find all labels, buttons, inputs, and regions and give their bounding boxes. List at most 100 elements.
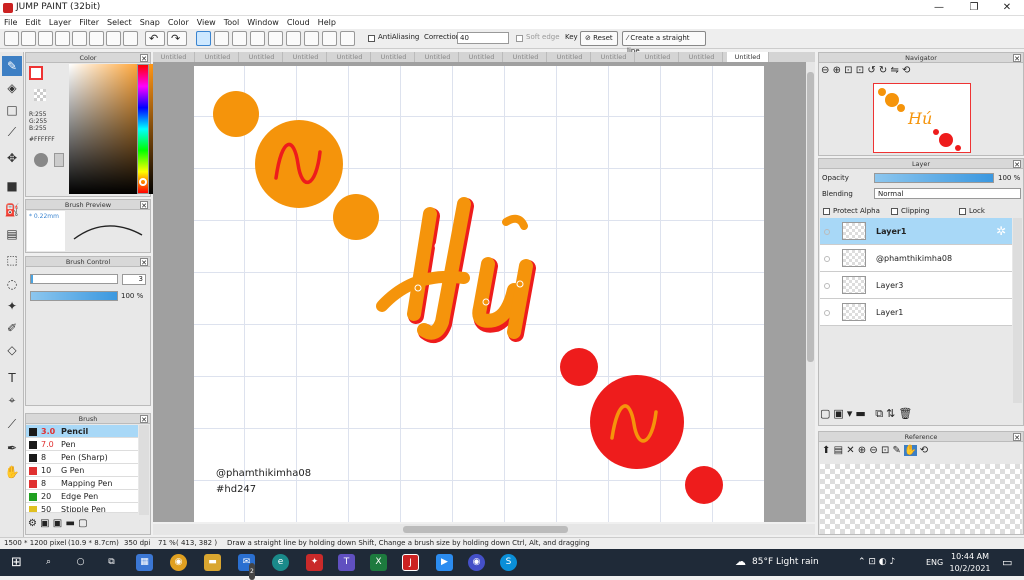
operation-tool-icon[interactable]: ⌖ [2,390,22,410]
snap-ellipse-button[interactable] [322,31,337,46]
snap-off-button[interactable] [196,31,211,46]
protect-alpha-checkbox[interactable]: Protect Alpha [823,207,880,215]
jump-paint-icon[interactable]: J [402,554,419,571]
search-icon[interactable]: ⌕ [40,554,57,571]
soft-edge-checkbox[interactable] [516,35,523,42]
windows-start-icon[interactable]: ⊞ [8,554,25,571]
rotate-icon[interactable]: ⟲ [920,445,928,456]
chrome-icon[interactable]: ◉ [170,554,187,571]
tab-untitled[interactable]: Untitled [417,52,459,62]
horizontal-scroll-thumb[interactable] [403,526,568,533]
settings-button[interactable] [106,31,121,46]
teams-icon[interactable]: T [338,554,355,571]
layer-settings-icon[interactable]: ✲ [996,224,1006,238]
folder-icon[interactable]: ▬ [855,407,868,420]
layer-row[interactable]: Layer3 [820,272,1012,299]
reset-view-icon[interactable]: ⟲ [902,65,910,76]
brush-size-slider[interactable] [30,274,118,284]
export-button[interactable] [72,31,87,46]
palette-icon[interactable] [34,153,48,167]
tab-untitled-active[interactable]: Untitled [727,52,769,62]
store-icon[interactable]: ▦ [136,554,153,571]
close-button[interactable]: ✕ [990,0,1024,16]
clipping-checkbox[interactable]: Clipping [891,207,930,215]
zoom-out-icon[interactable]: ⊖ [821,65,829,76]
menu-filter[interactable]: Filter [75,16,103,29]
print-button[interactable] [89,31,104,46]
brush-item-pen-sharp[interactable]: 8 Pen (Sharp) [26,451,138,464]
snap-cross-button[interactable] [232,31,247,46]
layer-list-scrollbar[interactable] [1013,218,1022,403]
tab-untitled[interactable]: Untitled [637,52,679,62]
visibility-icon[interactable] [824,256,830,262]
redo-button[interactable]: ↷ [167,31,187,46]
brush-size-input[interactable]: 3 [122,274,146,285]
brush-list-close-icon[interactable]: ✕ [140,415,148,424]
move-layer-icon[interactable]: ⇅ [886,407,898,420]
fill-rect-tool-icon[interactable]: ■ [2,176,22,196]
tab-untitled[interactable]: Untitled [285,52,327,62]
pen-dropper-tool-icon[interactable]: ✒ [2,438,22,458]
snap-radial-button[interactable] [268,31,283,46]
save-as-button[interactable] [55,31,70,46]
horizontal-scrollbar[interactable] [153,524,815,535]
layer-panel-close-icon[interactable]: ✕ [1013,160,1021,169]
reset-button[interactable]: ⊘ Reset [580,31,618,46]
move-tool-icon[interactable]: ✥ [2,148,22,168]
zoom-in-icon[interactable]: ⊕ [833,65,841,76]
menu-file[interactable]: File [0,16,21,29]
line-tool-icon[interactable]: ⟋ [2,122,22,142]
pen-tool-icon[interactable]: ✎ [2,56,22,76]
weather-icon[interactable]: ☁ [735,555,746,568]
rotate-right-icon[interactable]: ↻ [879,65,887,76]
brush-item-g-pen[interactable]: 10 G Pen [26,464,138,477]
menu-view[interactable]: View [193,16,220,29]
correction-input[interactable]: 40 [457,32,509,44]
snap-settings-button[interactable] [340,31,355,46]
menu-edit[interactable]: Edit [21,16,45,29]
menu-window[interactable]: Window [243,16,283,29]
brush-list-scrollbar[interactable] [139,425,149,515]
vertical-scroll-thumb[interactable] [807,72,814,362]
hue-slider[interactable] [137,64,149,194]
tab-untitled[interactable]: Untitled [505,52,547,62]
menu-layer[interactable]: Layer [45,16,75,29]
zoom-out-icon[interactable]: ⊖ [869,445,877,456]
hue-slider-handle[interactable] [139,178,147,186]
tab-untitled[interactable]: Untitled [549,52,591,62]
menu-tool[interactable]: Tool [220,16,244,29]
rectangle-tool-icon[interactable]: □ [2,100,22,120]
brush-delete-icon[interactable]: ▢ [78,518,87,529]
minimize-button[interactable]: — [922,0,956,16]
new-file-button[interactable] [4,31,19,46]
menu-cloud[interactable]: Cloud [283,16,314,29]
drawing-canvas[interactable]: @phamthikimha08 #hd247 [194,66,764,522]
brush-preview-close-icon[interactable]: ✕ [140,201,148,210]
new-layer-icon[interactable]: ▢ [820,407,833,420]
color-history-icon[interactable] [54,153,64,167]
visibility-icon[interactable] [824,229,830,235]
options-button[interactable] [123,31,138,46]
gradient-tool-icon[interactable]: ▤ [2,224,22,244]
brush-item-pen[interactable]: 7.0 Pen [26,438,138,451]
delete-layer-icon[interactable]: 🗑 [898,407,915,420]
upload-icon[interactable]: ⬆ [822,445,830,456]
notification-icon[interactable]: ▭ [1002,556,1012,569]
visibility-icon[interactable] [824,310,830,316]
layer-blending-select[interactable]: Normal [874,188,1021,199]
antialiasing-checkbox[interactable] [368,35,375,42]
tab-untitled[interactable]: Untitled [593,52,635,62]
brush-item-pencil[interactable]: 3.0 Pencil [26,425,138,438]
app-icon[interactable]: ✦ [306,554,323,571]
magic-wand-tool-icon[interactable]: ✦ [2,296,22,316]
file-explorer-icon[interactable]: ▬ [204,554,221,571]
layer-row[interactable]: Layer1 [820,299,1012,326]
save-button[interactable] [38,31,53,46]
hand-tool-icon[interactable]: ✋ [2,462,22,482]
menu-color[interactable]: Color [164,16,193,29]
zoom-fit-icon[interactable]: ⊡ [844,65,852,76]
lasso-tool-icon[interactable]: ◌ [2,274,22,294]
task-view-icon[interactable]: ⧉ [103,554,120,571]
lock-checkbox[interactable]: Lock [959,207,985,215]
clock-time[interactable]: 10:44 AM [950,552,990,561]
